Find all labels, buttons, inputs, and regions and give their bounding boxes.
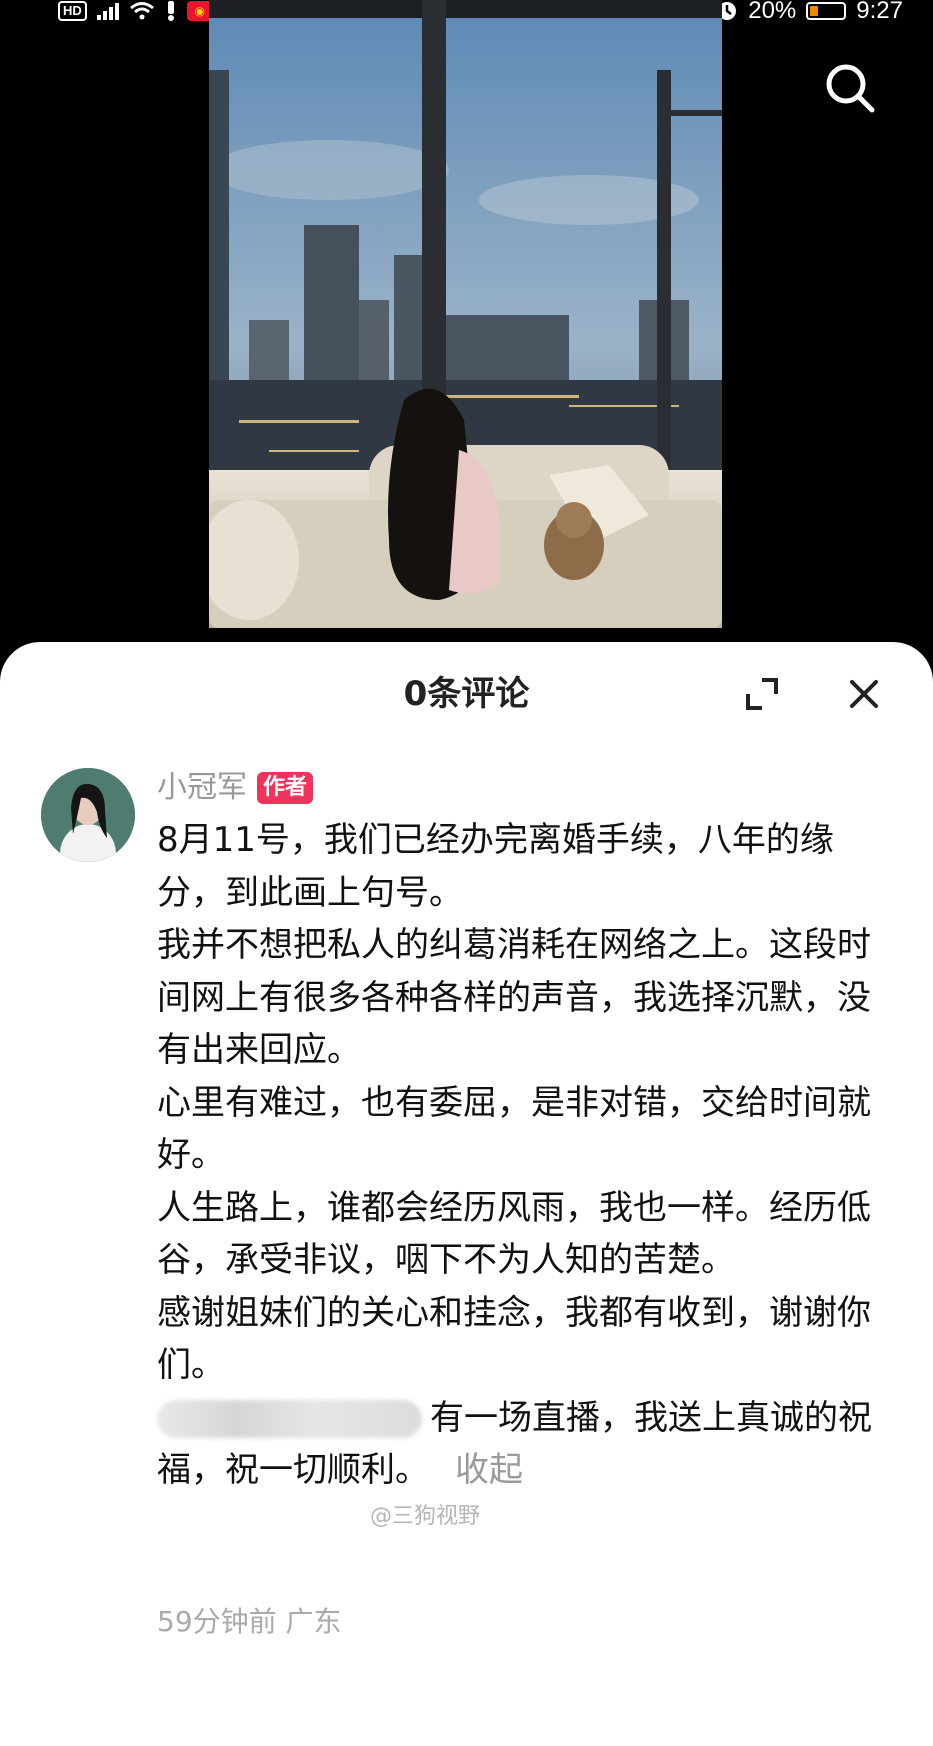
expand-button[interactable] [740, 672, 784, 716]
comment-paragraph: 8月11号，我们已经办完离婚手续，八年的缘分，到此画上句号。 [157, 820, 834, 913]
comment-paragraph: 人生路上，谁都会经历风雨，我也一样。经历低谷，承受非议，咽下不为人知的苦楚。 [157, 1187, 871, 1281]
comment-paragraph: 我并不想把私人的纠葛消耗在网络之上。这段时间网上有很多各种各样的声音，我选择沉默… [157, 925, 871, 1070]
author-name[interactable]: 小冠军 [157, 768, 247, 808]
author-badge: 作者 [257, 772, 314, 804]
close-button[interactable] [842, 672, 886, 716]
status-left: HD ◉ [58, 0, 213, 22]
search-icon [826, 64, 875, 113]
comment-paragraph-last: 有一场直播，我送上真诚的祝福，祝一切顺利。 收起 [157, 1392, 877, 1497]
comments-count-title: 0条评论 [403, 674, 530, 714]
hd-icon: HD [58, 1, 87, 21]
watermark: @三狗视野 [370, 1504, 481, 1529]
post-photo[interactable] [209, 0, 722, 628]
comment-meta: 59分钟前 广东 [157, 1600, 342, 1640]
author-info: 小冠军 作者 [157, 768, 314, 808]
battery-percent: 20% [748, 0, 797, 24]
battery-icon [806, 2, 847, 20]
close-icon [850, 680, 878, 708]
comments-sheet: 0条评论 小冠军 作者 8月11号，我们已经办完离婚手续，八年的缘分，到此画上句… [0, 642, 933, 1746]
photo-scene [209, 0, 722, 628]
comment-paragraph: 感谢姐妹们的关心和挂念，我都有收到，谢谢你们。 [157, 1292, 871, 1386]
alert-icon [167, 1, 174, 21]
redacted-text [157, 1400, 422, 1438]
wifi-icon [129, 2, 154, 20]
collapse-link[interactable]: 收起 [455, 1450, 523, 1490]
signal-icon [96, 2, 119, 20]
comment-location: 广东 [285, 1605, 342, 1638]
expand-icon [746, 678, 778, 710]
comment-time: 59分钟前 [157, 1605, 277, 1638]
author-avatar[interactable] [41, 768, 135, 862]
search-button[interactable] [822, 60, 878, 116]
avatar-image [41, 768, 135, 862]
comment-paragraph: 心里有难过，也有委屈，是非对错，交给时间就好。 [157, 1082, 871, 1176]
comment-text: 8月11号，我们已经办完离婚手续，八年的缘分，到此画上句号。 我并不想把私人的纠… [157, 814, 877, 1497]
clock: 9:27 [856, 0, 903, 24]
